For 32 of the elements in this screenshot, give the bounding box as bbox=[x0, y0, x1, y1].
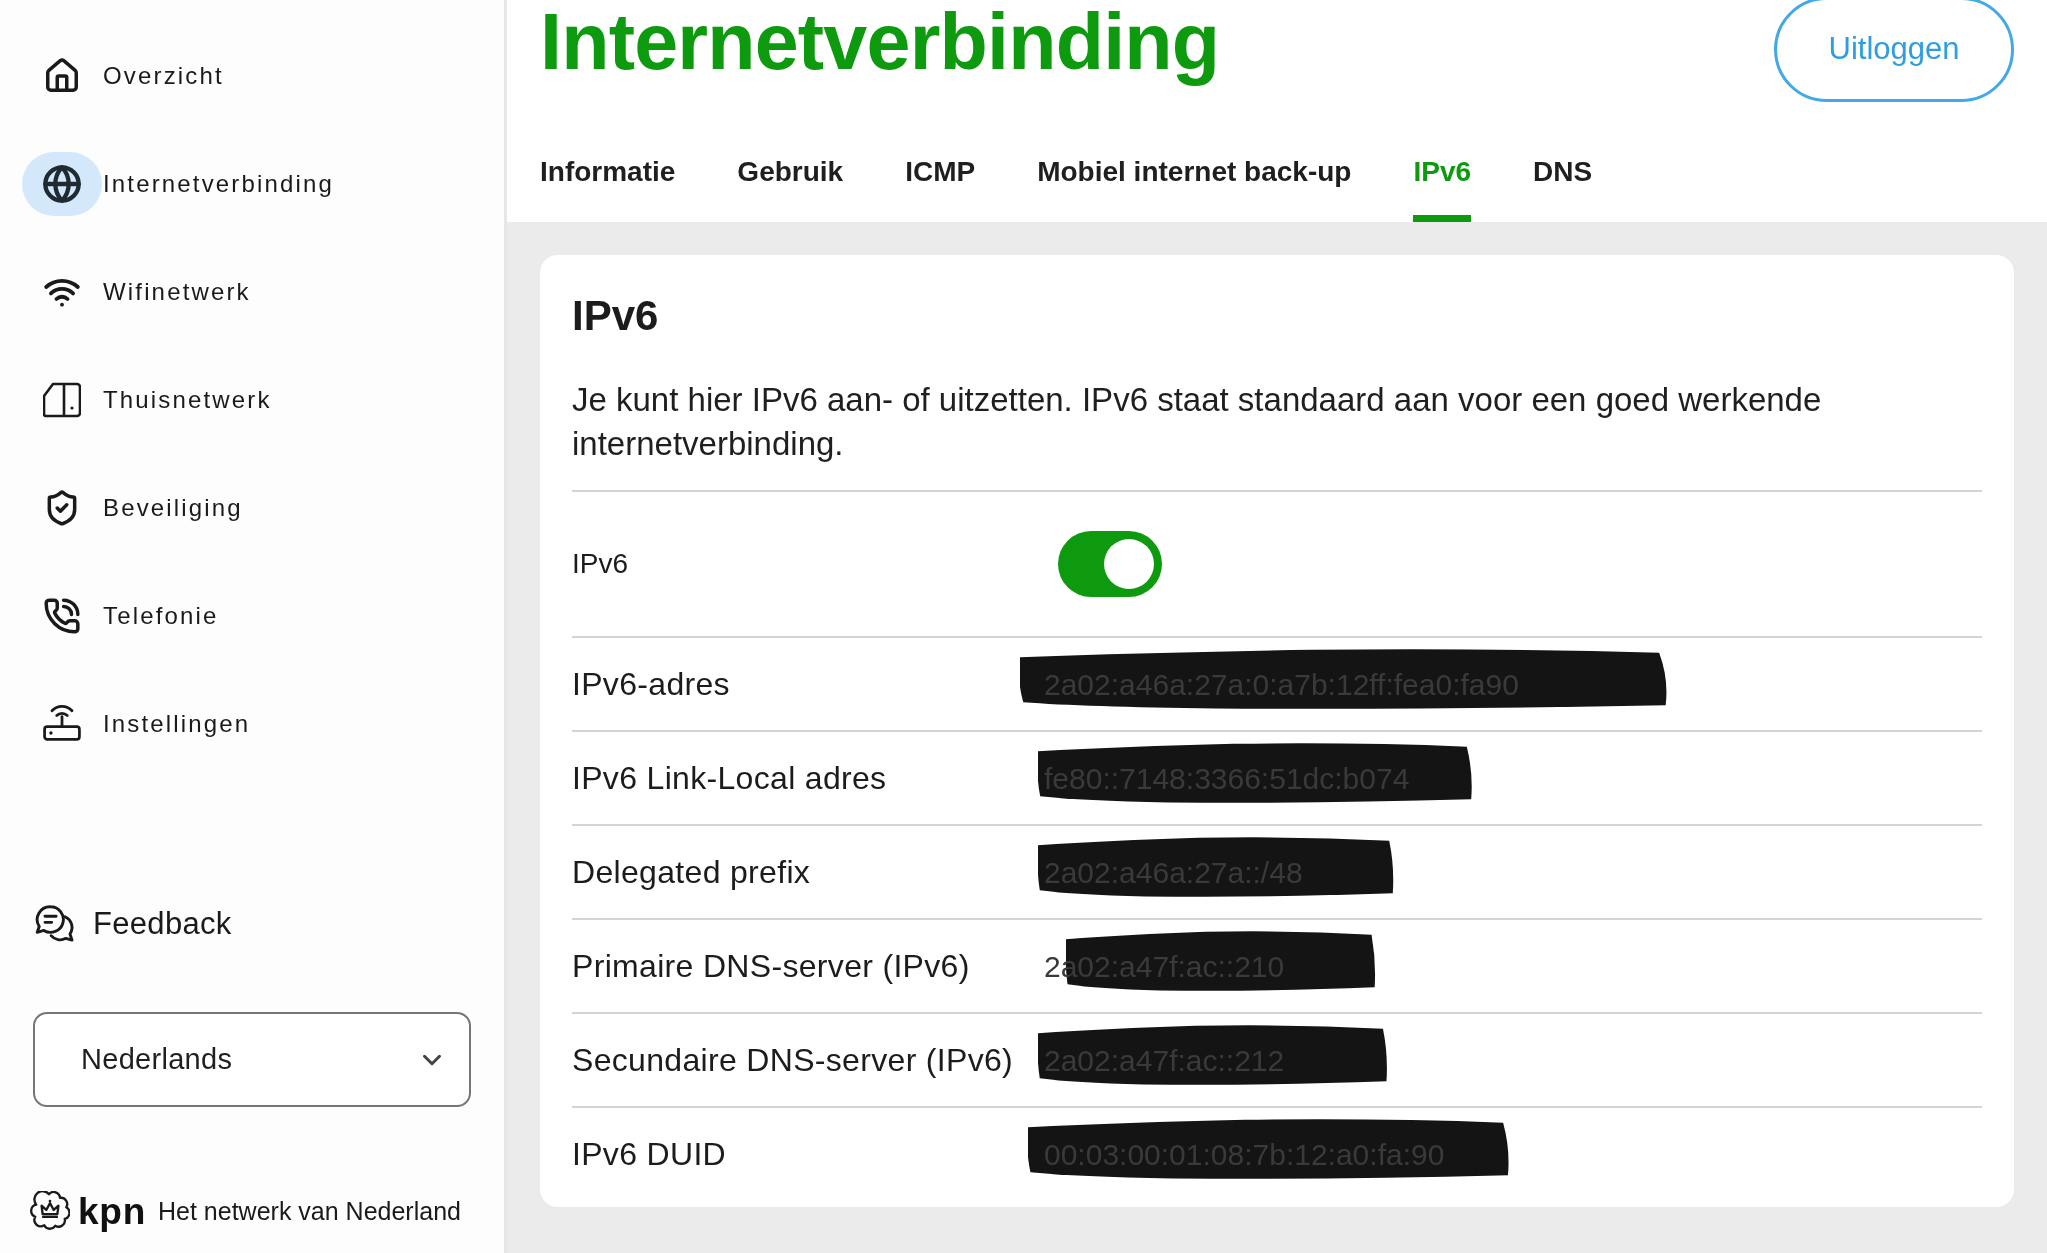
language-select[interactable]: Nederlands bbox=[33, 1012, 471, 1107]
tab[interactable]: ICMP bbox=[905, 129, 976, 222]
home-icon bbox=[43, 57, 81, 95]
sidebar-item[interactable]: Instellingen bbox=[22, 670, 482, 778]
card-description: Je kunt hier IPv6 aan- of uitzetten. IPv6 staat standaard aan voor een goed werkende internetverbinding. bbox=[572, 380, 1823, 464]
card-title: IPv6 bbox=[572, 291, 660, 341]
tab[interactable]: Gebruik bbox=[737, 129, 844, 222]
feedback-link[interactable]: Feedback bbox=[22, 892, 482, 956]
field-label: Primaire DNS-server (IPv6) bbox=[572, 947, 971, 986]
flower-crown-logo-icon bbox=[30, 1191, 70, 1231]
page-title: Internetverbinding bbox=[540, 0, 1220, 88]
sidebar-item[interactable]: Wifinetwerk bbox=[22, 238, 482, 346]
feedback-chat-icon bbox=[35, 905, 75, 943]
field-label: IPv6-adres bbox=[572, 665, 731, 704]
sidebar-item[interactable]: Internetverbinding bbox=[22, 130, 482, 238]
toggle-label: IPv6 bbox=[572, 547, 630, 581]
house-panel-icon bbox=[43, 381, 81, 419]
field-label: Delegated prefix bbox=[572, 853, 812, 892]
tab[interactable]: Mobiel internet back-up bbox=[1037, 129, 1352, 222]
field-label: IPv6 Link-Local adres bbox=[572, 759, 888, 798]
phone-call-icon bbox=[43, 597, 81, 635]
field-label: IPv6 DUID bbox=[572, 1135, 728, 1174]
sidebar-item[interactable]: Telefonie bbox=[22, 562, 482, 670]
router-icon bbox=[43, 705, 81, 743]
sidebar-item[interactable]: Overzicht bbox=[22, 22, 482, 130]
brand-tagline: Het netwerk van Nederland bbox=[158, 1198, 461, 1224]
sidebar-item[interactable]: Thuisnetwerk bbox=[22, 346, 482, 454]
tab[interactable]: Informatie bbox=[540, 129, 676, 222]
tab[interactable]: DNS bbox=[1533, 129, 1593, 222]
sidebar-item[interactable]: Beveiliging bbox=[22, 454, 482, 562]
field-label: Secundaire DNS-server (IPv6) bbox=[572, 1041, 1015, 1080]
brand-logo-text: kpn bbox=[78, 1192, 146, 1230]
